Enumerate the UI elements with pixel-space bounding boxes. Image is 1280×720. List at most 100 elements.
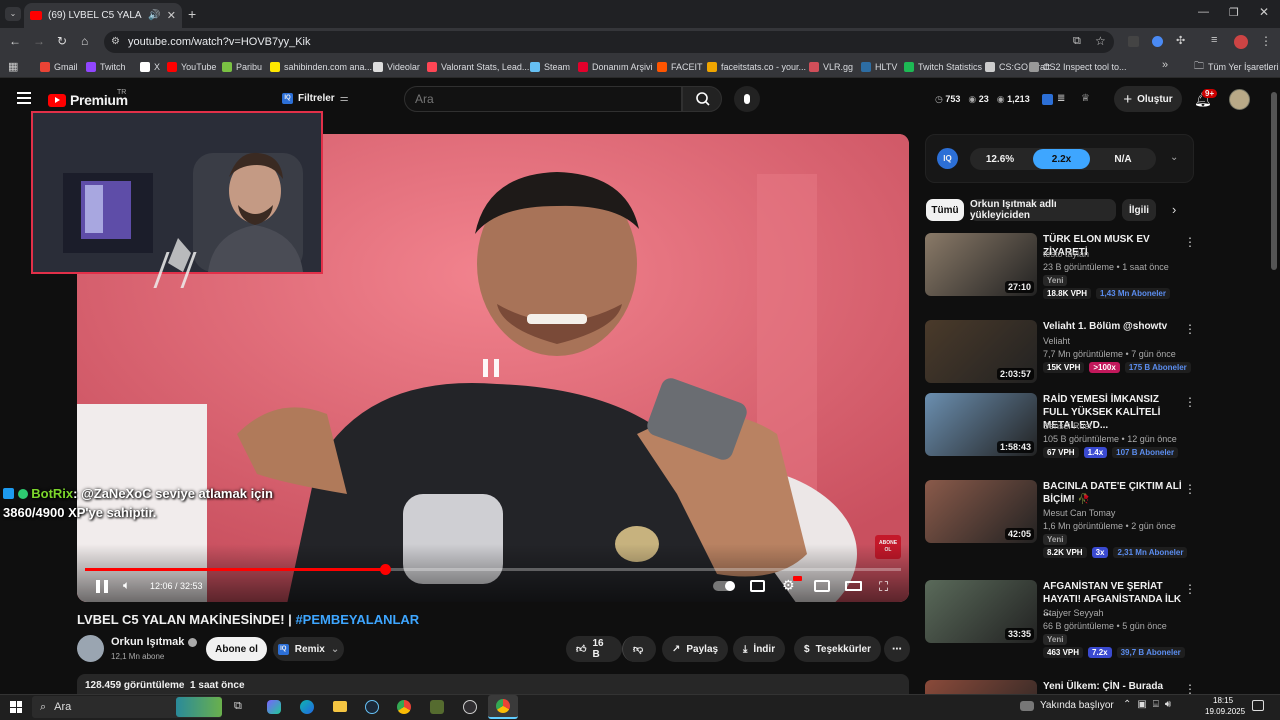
hashtag-link[interactable]: #PEMBEYALANLAR bbox=[295, 612, 419, 627]
more-options-icon[interactable]: ⋮ bbox=[1184, 395, 1196, 409]
apps-grid-icon[interactable]: ▦ bbox=[8, 60, 18, 73]
new-tab-button[interactable]: + bbox=[188, 6, 196, 22]
back-icon[interactable]: ← bbox=[9, 34, 21, 48]
user-avatar[interactable] bbox=[1229, 89, 1250, 110]
reload-icon[interactable]: ↻ bbox=[57, 34, 67, 48]
share-button[interactable]: ↗ Paylaş bbox=[662, 636, 729, 662]
home-icon[interactable]: ⌂ bbox=[81, 34, 88, 48]
bookmark-star-icon[interactable]: ☆ bbox=[1095, 34, 1106, 48]
remix-button[interactable]: IQ Remix ⌄ bbox=[273, 637, 344, 661]
more-actions-button[interactable]: ⋯ bbox=[884, 636, 910, 662]
audio-icon[interactable]: 🔊 bbox=[148, 10, 160, 21]
bookmark-item[interactable]: sahibinden.com ana... bbox=[270, 60, 372, 74]
trophy-icon[interactable]: ♕ bbox=[1081, 93, 1090, 104]
bookmark-item[interactable]: Donanım Arşivi bbox=[578, 60, 653, 74]
dislike-button[interactable]: 👎︎ bbox=[622, 636, 656, 662]
more-options-icon[interactable]: ⋮ bbox=[1184, 482, 1196, 496]
progress-bar[interactable] bbox=[85, 564, 901, 575]
bookmark-item[interactable]: FACEIT bbox=[657, 60, 703, 74]
filters-button[interactable]: IQ Filtreler ⚌ bbox=[282, 93, 349, 104]
chrome-icon[interactable] bbox=[397, 700, 411, 714]
recommended-video[interactable]: 1:58:43 RAİD YEMESİ İMKANSIZ FULL YÜKSEK … bbox=[925, 393, 1205, 463]
like-button[interactable]: 👍︎ 16 B bbox=[566, 636, 622, 662]
steam-icon[interactable] bbox=[365, 700, 379, 714]
center-pause-icon[interactable] bbox=[483, 359, 499, 377]
bookmark-item[interactable]: Valorant Stats, Lead... bbox=[427, 60, 529, 74]
video-thumbnail[interactable]: 33:35 bbox=[925, 580, 1037, 643]
bookmark-item[interactable]: YouTube bbox=[167, 60, 216, 74]
all-bookmarks-link[interactable]: 🗀 Tüm Yer İşaretleri bbox=[1194, 60, 1279, 74]
video-title[interactable]: Veliaht 1. Bölüm @showtv bbox=[1043, 320, 1183, 333]
recommended-video[interactable]: 27:10 TÜRK ELON MUSK EV ZİYARETİ ⋮ testo ta… bbox=[925, 233, 1205, 303]
channel-name[interactable]: Orkun Işıtmak bbox=[111, 636, 198, 648]
tray-chevron-icon[interactable]: ⌃ bbox=[1123, 699, 1131, 710]
chrome-active-icon[interactable] bbox=[488, 695, 518, 719]
voice-search-button[interactable] bbox=[734, 86, 760, 112]
search-button[interactable] bbox=[682, 86, 722, 112]
minimize-button[interactable]: — bbox=[1198, 6, 1209, 18]
clock-time[interactable]: 18:15 bbox=[1213, 696, 1233, 705]
channel-name[interactable]: Mesut Can Tomay bbox=[1043, 508, 1115, 518]
site-info-icon[interactable]: ⚙ bbox=[111, 36, 120, 47]
bookmark-item[interactable]: HLTV bbox=[861, 60, 897, 74]
file-explorer-icon[interactable] bbox=[333, 701, 347, 712]
obs-icon[interactable] bbox=[463, 700, 477, 714]
bookmark-item[interactable]: faceitstats.co - your... bbox=[707, 60, 806, 74]
bookmark-item[interactable]: X bbox=[140, 60, 160, 74]
tab-search-button[interactable]: ⌄ bbox=[5, 7, 21, 21]
recommended-video[interactable]: 2:03:57 Veliaht 1. Bölüm @showtv ⋮ Veliaht 7… bbox=[925, 320, 1205, 390]
hamburger-menu-icon[interactable] bbox=[17, 92, 31, 104]
thanks-button[interactable]: $ Teşekkürler bbox=[794, 636, 881, 662]
system-tray[interactable]: ⌃ ▣ ⌸ 🔊︎ bbox=[1123, 699, 1171, 710]
copilot-icon[interactable] bbox=[267, 700, 281, 714]
task-view-icon[interactable]: ⧉ bbox=[234, 700, 242, 713]
channel-name[interactable]: Stajyer Seyyah bbox=[1043, 608, 1104, 618]
bookmark-item[interactable]: Steam bbox=[530, 60, 570, 74]
chip-uploader[interactable]: Orkun Işıtmak adlı yükleyiciden bbox=[970, 199, 1116, 221]
autoplay-toggle[interactable] bbox=[713, 581, 735, 591]
video-thumbnail[interactable]: 2:03:57 bbox=[925, 320, 1037, 383]
search-input[interactable] bbox=[404, 86, 682, 112]
subscribe-button[interactable]: Abone ol bbox=[206, 637, 267, 661]
volume-icon[interactable]: 🔈︎ bbox=[123, 578, 130, 593]
restore-button[interactable]: ❐ bbox=[1229, 6, 1239, 19]
subtitles-icon[interactable] bbox=[750, 580, 765, 592]
download-button[interactable]: ⤓ İndir bbox=[733, 636, 786, 662]
youtube-logo[interactable]: Premium bbox=[48, 92, 128, 108]
close-tab-icon[interactable]: ✕ bbox=[167, 9, 176, 22]
more-options-icon[interactable]: ⋮ bbox=[1184, 235, 1196, 249]
miniplayer-icon[interactable] bbox=[814, 580, 830, 592]
iq-extension-icon[interactable] bbox=[1042, 94, 1053, 105]
iq-stat-b[interactable]: 2.2x bbox=[1033, 149, 1090, 169]
notifications-icon[interactable] bbox=[1252, 700, 1264, 711]
browser-menu-icon[interactable]: ⋮ bbox=[1260, 34, 1272, 48]
extension-icon[interactable] bbox=[1128, 36, 1139, 47]
bookmark-item[interactable]: Twitch bbox=[86, 60, 126, 74]
taskbar-search[interactable]: ⌕ Ara bbox=[32, 696, 222, 718]
bookmark-item[interactable]: Paribu bbox=[222, 60, 262, 74]
channel-name[interactable]: Veliaht bbox=[1043, 336, 1070, 346]
close-window-button[interactable]: ✕ bbox=[1259, 5, 1269, 19]
fullscreen-icon[interactable]: ⛶ bbox=[879, 579, 888, 595]
app-icon[interactable] bbox=[430, 700, 444, 714]
media-control-icon[interactable]: ≡ bbox=[1211, 34, 1217, 46]
profile-avatar-icon[interactable] bbox=[1234, 35, 1248, 49]
speaker-icon[interactable]: 🔊︎ bbox=[1165, 699, 1171, 710]
more-options-icon[interactable]: ⋮ bbox=[1184, 322, 1196, 336]
pause-button[interactable] bbox=[96, 580, 108, 593]
description-box[interactable]: 128.459 görüntüleme 1 saat önce bbox=[77, 674, 909, 694]
create-button[interactable]: + Oluştur bbox=[1114, 86, 1182, 112]
weather-widget[interactable]: Yakında başlıyor bbox=[1020, 700, 1114, 711]
channel-name[interactable]: Sensei Rust bbox=[1043, 421, 1092, 431]
bookmark-item[interactable]: Videolar bbox=[373, 60, 420, 74]
chip-all[interactable]: Tümü bbox=[926, 199, 964, 221]
extension-icon[interactable] bbox=[1152, 36, 1163, 47]
browser-tab-active[interactable]: (69) LVBEL C5 YALAN MAKİ 🔊 ✕ bbox=[24, 3, 182, 28]
video-thumbnail[interactable]: 27:10 bbox=[925, 233, 1037, 296]
recommended-video[interactable]: 42:05 BACINLA DATE'E ÇIKTIM ALİ BİÇİM! 🥀 ⋮… bbox=[925, 480, 1205, 558]
channel-avatar[interactable] bbox=[77, 635, 104, 662]
bookmark-item[interactable]: Gmail bbox=[40, 60, 78, 74]
video-title[interactable]: BACINLA DATE'E ÇIKTIM ALİ BİÇİM! 🥀 bbox=[1043, 480, 1183, 506]
video-thumbnail[interactable]: 42:05 bbox=[925, 480, 1037, 543]
channel-name[interactable]: testo taylan bbox=[1043, 249, 1089, 259]
